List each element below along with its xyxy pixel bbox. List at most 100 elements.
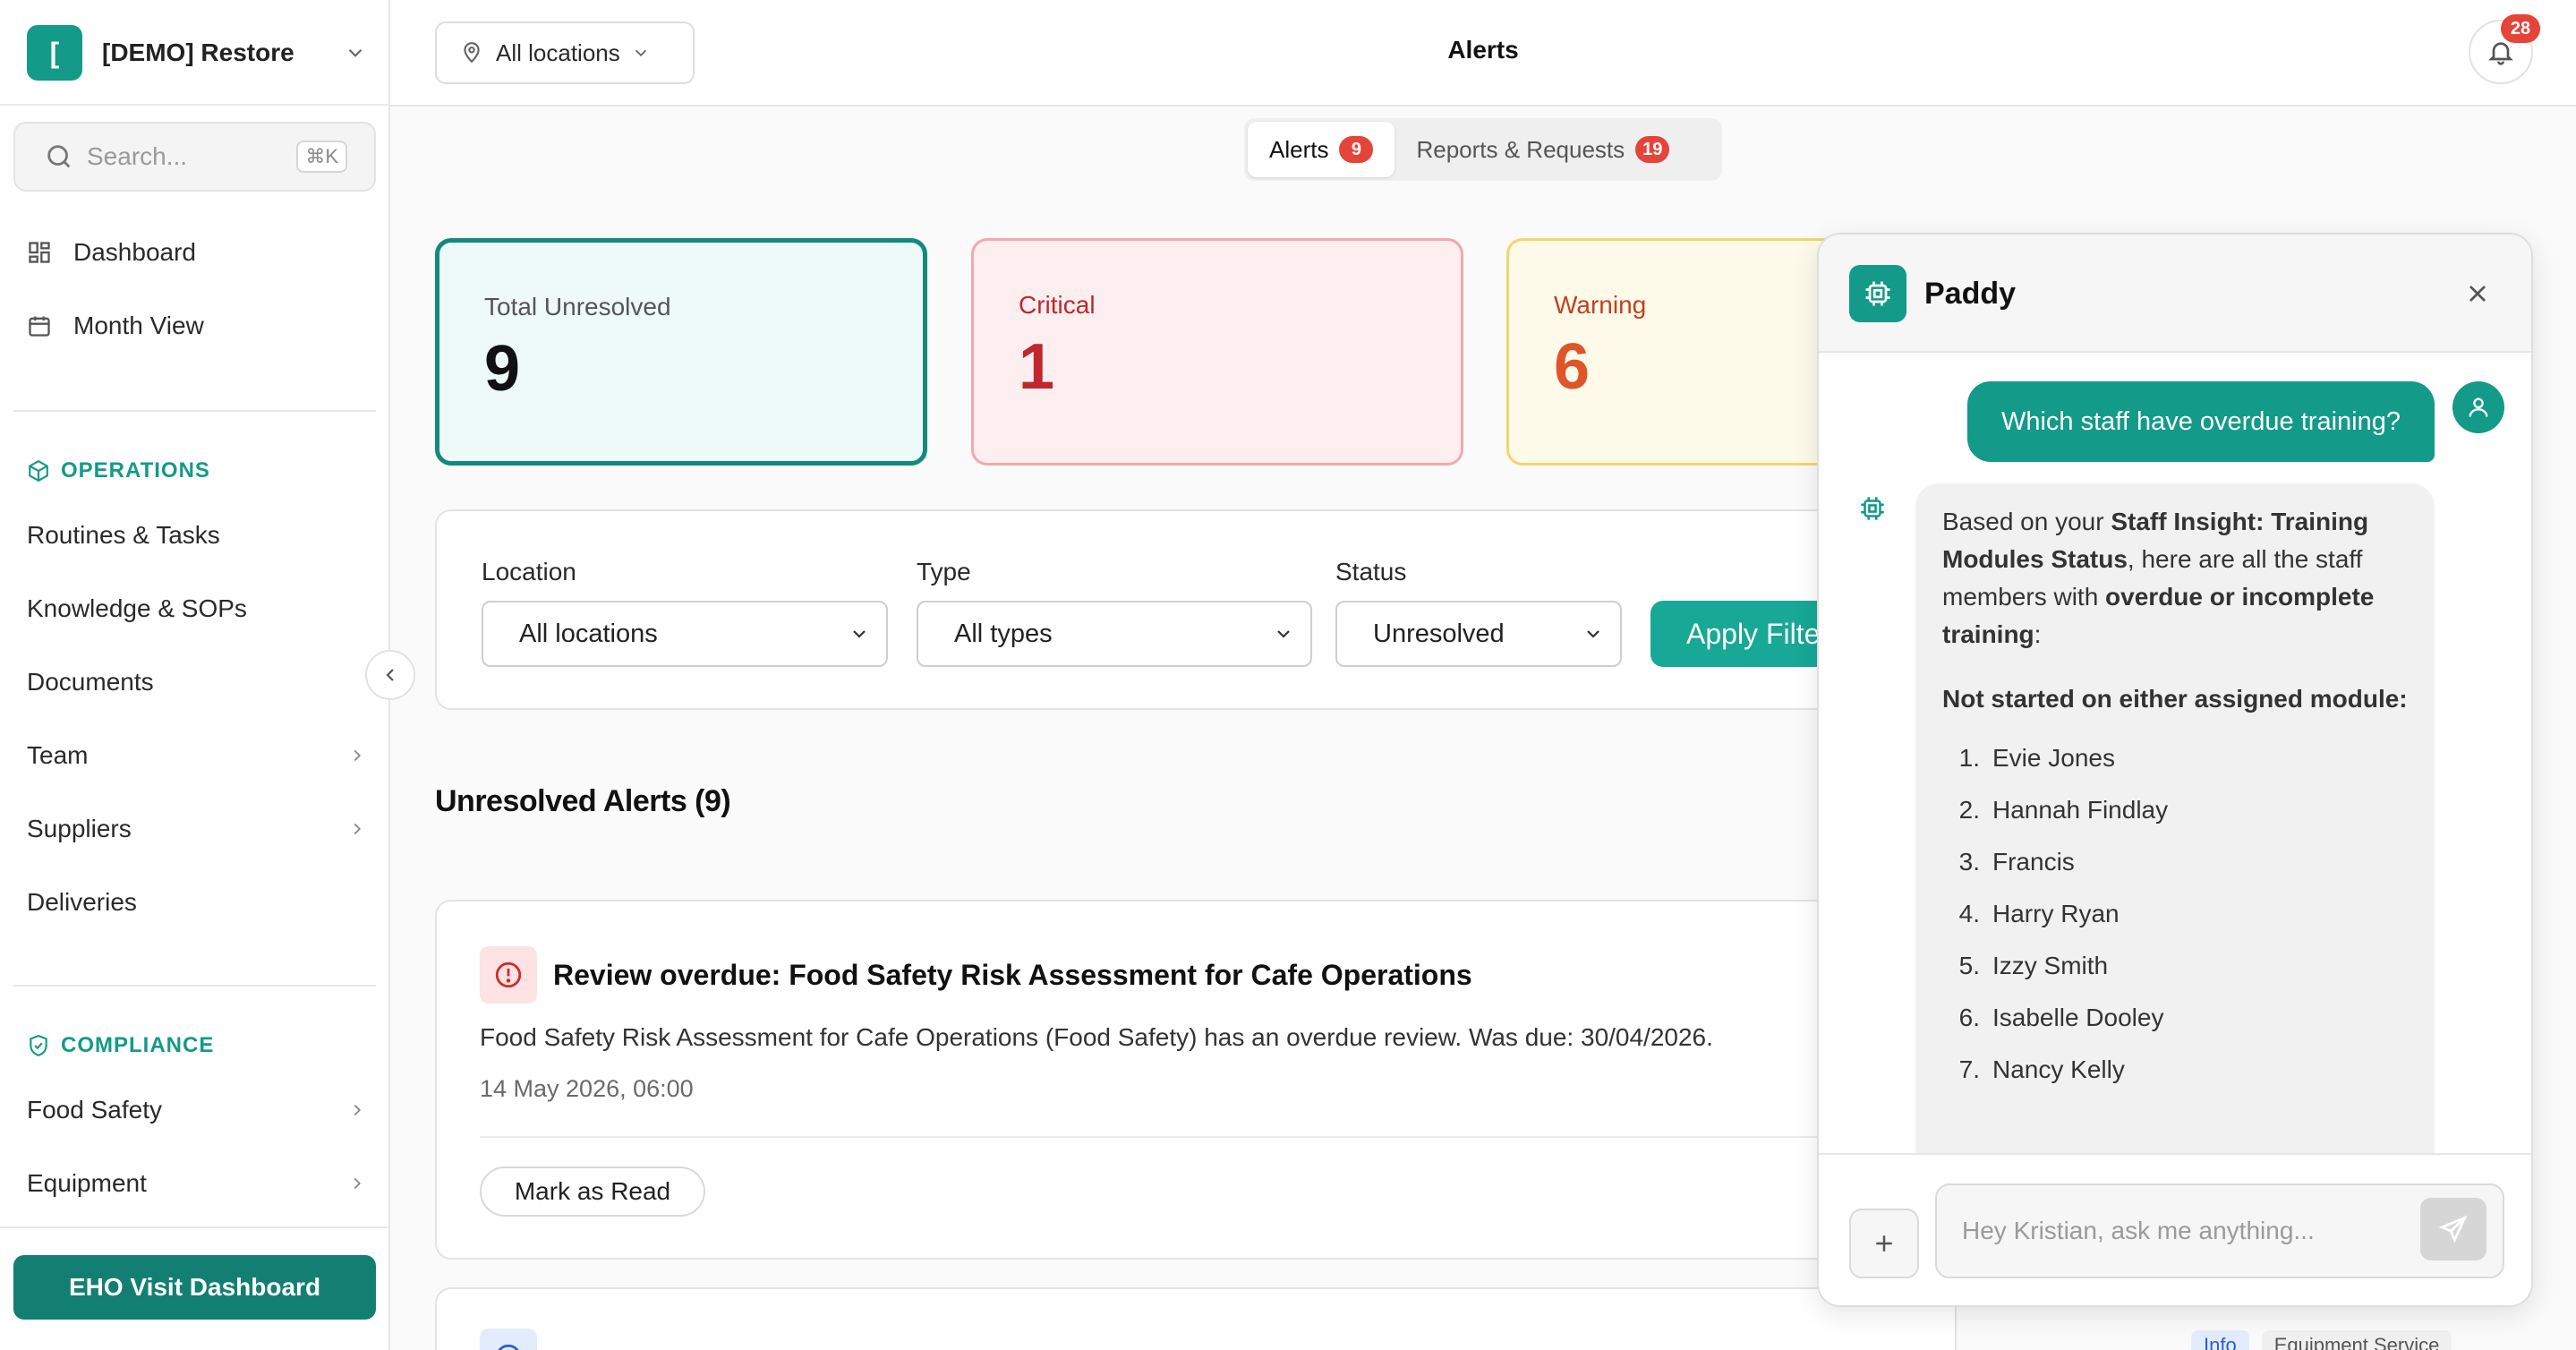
search-input[interactable]: Search... ⌘K — [13, 122, 376, 192]
bot-chip-icon — [1849, 265, 1906, 322]
list-item: 5. Izzy Smith — [1942, 940, 2408, 992]
chevron-right-icon — [354, 823, 362, 835]
list-item: 7. Nancy Kelly — [1942, 1044, 2408, 1096]
staff-name: Isabelle Dooley — [1992, 1004, 2164, 1031]
tab-label: Alerts — [1269, 135, 1329, 163]
section-title-label: OPERATIONS — [61, 458, 210, 483]
chat-input[interactable]: Hey Kristian, ask me anything... — [1935, 1183, 2504, 1278]
text: Based on your — [1942, 508, 2111, 535]
chat-header: Paddy — [1819, 235, 2531, 353]
alert-tags: Info Equipment Service — [2191, 1330, 2452, 1350]
close-chat-button[interactable] — [2458, 274, 2497, 313]
alert-title: Review overdue: Food Safety Risk Assessm… — [553, 959, 1472, 991]
sidebar-item-knowledge[interactable]: Knowledge & SOPs — [27, 582, 367, 636]
status-filter-select[interactable]: Unresolved — [1335, 601, 1622, 667]
org-name: [DEMO] Restore — [102, 38, 294, 66]
tab-label: Reports & Requests — [1416, 135, 1625, 163]
filters-panel: Location All locations Type All types St… — [435, 509, 1957, 710]
staff-name: Izzy Smith — [1992, 952, 2109, 979]
chevron-left-icon — [386, 669, 394, 681]
chevron-right-icon — [354, 749, 362, 762]
staff-name: Nancy Kelly — [1992, 1055, 2125, 1083]
shield-check-icon — [27, 1034, 50, 1057]
unresolved-alerts-heading: Unresolved Alerts (9) — [435, 784, 731, 818]
sidebar-item-label: Routines & Tasks — [27, 521, 220, 549]
bot-intro: Based on your Staff Insight: Training Mo… — [1942, 503, 2408, 654]
paddy-chat-panel: Paddy Which staff have overdue training?… — [1817, 233, 2533, 1307]
staff-name: Francis — [1992, 848, 2075, 876]
list-item: 4. Harry Ryan — [1942, 888, 2408, 940]
type-filter-select[interactable]: All types — [917, 601, 1312, 667]
notification-count-badge: 28 — [2501, 14, 2540, 43]
attach-button[interactable] — [1849, 1209, 1919, 1278]
category-tag: Equipment Service — [2261, 1330, 2452, 1350]
chevron-right-icon — [354, 1177, 362, 1190]
sidebar-item-label: Deliveries — [27, 888, 137, 916]
sidebar-item-label: Documents — [27, 668, 154, 696]
location-filter-select[interactable]: All locations — [482, 601, 888, 667]
tab-reports-requests[interactable]: Reports & Requests 19 — [1395, 122, 1691, 177]
divider — [0, 1226, 390, 1228]
dashboard-icon — [27, 240, 52, 265]
send-icon — [2438, 1215, 2468, 1243]
location-selector[interactable]: All locations — [435, 21, 695, 84]
sidebar-collapse-button[interactable] — [365, 650, 415, 700]
tab-alerts[interactable]: Alerts 9 — [1248, 122, 1395, 177]
sidebar-item-team[interactable]: Team — [27, 729, 367, 782]
status-filter-value: Unresolved — [1373, 619, 1505, 648]
eho-visit-dashboard-button[interactable]: EHO Visit Dashboard — [13, 1255, 376, 1320]
chevron-right-icon — [354, 1104, 362, 1116]
alert-description: Food Safety Risk Assessment for Cafe Ope… — [480, 1023, 1713, 1051]
stat-card-total-unresolved[interactable]: Total Unresolved 9 — [435, 238, 927, 466]
alert-card: Review overdue: Food Safety Risk Assessm… — [435, 900, 1957, 1260]
severity-tag: Info — [2191, 1330, 2249, 1350]
chevron-down-icon — [1587, 630, 1599, 638]
chevron-down-icon — [348, 48, 363, 57]
bot-message: Based on your Staff Insight: Training Mo… — [1915, 483, 2435, 1153]
divider — [0, 104, 390, 106]
sidebar-item-documents[interactable]: Documents — [27, 655, 367, 709]
status-filter-label: Status — [1335, 558, 1407, 585]
mark-as-read-button[interactable]: Mark as Read — [480, 1166, 705, 1217]
sidebar-item-routines[interactable]: Routines & Tasks — [27, 508, 367, 562]
sidebar-item-food-safety[interactable]: Food Safety — [27, 1083, 367, 1137]
notifications-button[interactable]: 28 — [2469, 14, 2540, 84]
tab-bar: Alerts 9 Reports & Requests 19 — [1244, 118, 1722, 181]
alert-timestamp: 14 May 2026, 06:00 — [480, 1075, 694, 1102]
staff-list: 1. Evie Jones 2. Hannah Findlay 3. Francis … — [1942, 732, 2408, 1096]
stat-card-critical[interactable]: Critical 1 — [971, 238, 1463, 466]
section-title-label: COMPLIANCE — [61, 1033, 215, 1057]
sidebar-item-dashboard[interactable]: Dashboard — [27, 226, 367, 279]
chevron-down-icon — [853, 630, 866, 638]
sidebar-item-label: Month View — [73, 312, 204, 339]
stat-label: Critical — [1019, 291, 1096, 319]
chevron-down-icon — [1277, 630, 1290, 638]
section-title-operations: OPERATIONS — [27, 458, 210, 483]
location-filter-label: Location — [482, 558, 576, 585]
text: : — [2034, 620, 2042, 648]
sidebar-item-label: Team — [27, 741, 89, 769]
sidebar-item-month-view[interactable]: Month View — [27, 299, 367, 353]
org-switcher[interactable]: [ [DEMO] Restore — [27, 23, 367, 82]
close-icon — [2469, 286, 2486, 302]
map-pin-icon — [464, 42, 480, 64]
bot-chip-icon — [1855, 491, 1890, 526]
stat-value: 1 — [1019, 331, 1055, 403]
stat-label: Total Unresolved — [484, 293, 671, 320]
sidebar-item-suppliers[interactable]: Suppliers — [27, 802, 367, 856]
text-bold: Not started on either assigned module: — [1942, 685, 2408, 713]
sidebar-item-label: Suppliers — [27, 815, 132, 842]
user-avatar-icon — [2452, 381, 2504, 433]
org-logo: [ — [27, 25, 82, 81]
sidebar-item-equipment[interactable]: Equipment — [27, 1157, 367, 1210]
chevron-down-icon — [635, 49, 646, 57]
search-shortcut: ⌘K — [296, 141, 347, 173]
plus-icon — [1876, 1235, 1892, 1252]
sidebar: [ [DEMO] Restore Search... ⌘K Dashboard … — [0, 0, 390, 1350]
chat-messages[interactable]: Which staff have overdue training? Based… — [1819, 353, 2531, 1153]
info-icon — [480, 1329, 537, 1350]
list-item: 2. Hannah Findlay — [1942, 784, 2408, 836]
sidebar-item-deliveries[interactable]: Deliveries — [27, 876, 367, 929]
send-button[interactable] — [2420, 1198, 2486, 1260]
page-title: Alerts — [1447, 36, 1519, 64]
